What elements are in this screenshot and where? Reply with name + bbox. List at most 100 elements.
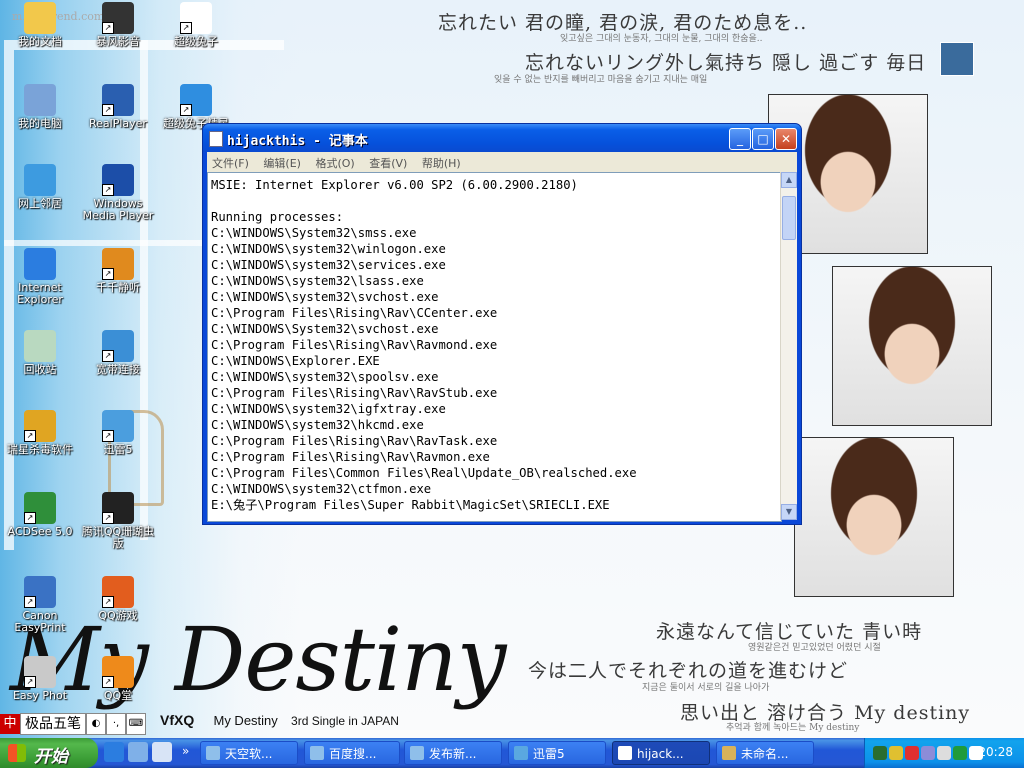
desktop-icon-label: 腾讯QQ珊瑚虫版 [81, 525, 155, 550]
tray-icon[interactable] [889, 746, 903, 760]
vertical-scrollbar[interactable]: ▲ ▼ [780, 172, 797, 520]
taskbar: 开始 » 天空软... 百度搜... 发布新... 迅雷5 hijack... 未命名..… [0, 738, 1024, 768]
ime-fullshape-toggle[interactable]: ◐ [86, 713, 106, 735]
desktop-icon-label: Easy Phot [12, 689, 68, 702]
shortcut-arrow-icon: ↗ [180, 22, 192, 34]
menu-edit[interactable]: 编辑(E) [258, 152, 307, 171]
desktop-icon[interactable]: Internet Explorer [0, 248, 80, 306]
desktop-icon[interactable]: 回收站 [0, 330, 80, 376]
menu-view[interactable]: 查看(V) [364, 152, 413, 171]
shortcut-arrow-icon: ↗ [102, 184, 114, 196]
ime-logo-icon[interactable]: 中 [0, 714, 20, 734]
maximize-button[interactable]: □ [752, 128, 774, 150]
clock[interactable]: 20:28 [978, 745, 1013, 759]
notepad-text-line: C:\Program Files\Rising\Rav\CCenter.exe [211, 306, 498, 320]
minimize-button[interactable]: _ [729, 128, 751, 150]
album-title: My Destiny [213, 713, 278, 728]
desktop-icon[interactable]: ↗ 腾讯QQ珊瑚虫版 [78, 492, 158, 550]
notepad-text-line: E:\兔子\Program Files\Super Rabbit\MagicSe… [211, 498, 610, 512]
notepad-text-line: C:\WINDOWS\system32\hkcmd.exe [211, 418, 424, 432]
notepad-text-line: C:\Program Files\Rising\Rav\Ravmon.exe [211, 450, 490, 464]
ime-softkeyboard-toggle[interactable]: ⌨ [126, 713, 146, 735]
taskbar-button-label: hijack... [637, 747, 684, 761]
notepad-text-line: C:\WINDOWS\system32\services.exe [211, 258, 446, 272]
desktop-icon[interactable]: ↗ Canon EasyPrint [0, 576, 80, 634]
desktop-icon[interactable]: 我的文档 [0, 2, 80, 48]
ime-name-button[interactable]: 极品五笔 [20, 713, 86, 735]
desktop-icon[interactable]: ↗ QQ堂 [78, 656, 158, 702]
tray-icon[interactable] [921, 746, 935, 760]
scroll-thumb[interactable] [782, 196, 796, 240]
desktop-icon-label: QQ堂 [103, 689, 133, 702]
menu-file[interactable]: 文件(F) [207, 152, 255, 171]
my-computer-icon [24, 84, 56, 116]
desktop-icon[interactable]: ↗ 超级兔子 [156, 2, 236, 48]
desktop-icon[interactable]: ↗ QQ游戏 [78, 576, 158, 622]
shortcut-arrow-icon: ↗ [102, 676, 114, 688]
taskbar-button[interactable]: hijack... [612, 741, 710, 765]
notepad-app-icon[interactable] [209, 131, 223, 147]
notepad-text-area[interactable]: MSIE: Internet Explorer v6.00 SP2 (6.00.… [207, 172, 782, 522]
windows-flag-icon [8, 744, 26, 762]
tray-icon[interactable] [873, 746, 887, 760]
desktop-icon-label: Windows Media Player [82, 197, 154, 222]
tray-icon[interactable] [969, 746, 983, 760]
tray-icon[interactable] [905, 746, 919, 760]
desktop-icon[interactable]: ↗ ACDSee 5.0 [0, 492, 80, 538]
ttplayer-icon: ↗ [102, 248, 134, 280]
desktop-icon[interactable]: ↗ 千千静听 [78, 248, 158, 294]
desktop-icon[interactable]: 我的电脑 [0, 84, 80, 130]
wallpaper-line-3: 忘れないリング外し氣持ち 隠し 過ごす 毎日 [525, 52, 927, 74]
notepad-menubar: 文件(F) 编辑(E) 格式(O) 查看(V) 帮助(H) [207, 152, 797, 172]
thunder-icon: ↗ [102, 410, 134, 442]
notepad-text-line: C:\WINDOWS\System32\svchost.exe [211, 322, 439, 336]
desktop-icon[interactable]: ↗ 瑞星杀毒软件 [0, 410, 80, 456]
ime-punctuation-toggle[interactable]: ·, [106, 713, 126, 735]
scroll-up-button[interactable]: ▲ [781, 172, 797, 188]
taskbar-button[interactable]: 百度搜... [304, 741, 400, 765]
system-tray: 20:28 [864, 738, 1024, 768]
desktop-icon-label: 宽带连接 [96, 363, 140, 376]
notepad-titlebar[interactable]: hijackthis - 记事本 _ □ ✕ [203, 124, 801, 152]
taskbar-button-label: 未命名... [741, 747, 789, 761]
taskbar-button[interactable]: 未命名... [716, 741, 814, 765]
desktop-icon[interactable]: ↗ 宽带连接 [78, 330, 158, 376]
desktop-icon-label: 回收站 [23, 363, 57, 376]
task-app-icon [514, 746, 528, 760]
quick-launch-overflow-button[interactable]: » [182, 744, 189, 758]
wallpaper-line-2: 잊고싶은 그대의 눈동자, 그대의 눈물, 그대의 한숨을.. [560, 34, 763, 44]
desktop-icon[interactable]: 网上邻居 [0, 164, 80, 210]
desktop-icon[interactable]: ↗ RealPlayer [78, 84, 158, 130]
tray-icon[interactable] [937, 746, 951, 760]
rising-antivirus-icon: ↗ [24, 410, 56, 442]
start-button[interactable]: 开始 [0, 738, 98, 768]
desktop-icon[interactable]: ↗ 暴风影音 [78, 2, 158, 48]
desktop-icon-label: 迅雷5 [103, 443, 133, 456]
taskbar-button-label: 百度搜... [329, 747, 377, 761]
notepad-text-line: C:\Program Files\Rising\Rav\RavTask.exe [211, 434, 498, 448]
desktop-icon[interactable]: ↗ Easy Phot [0, 656, 80, 702]
notepad-text-line: C:\WINDOWS\system32\svchost.exe [211, 290, 439, 304]
close-button[interactable]: ✕ [775, 128, 797, 150]
tray-icon[interactable] [953, 746, 967, 760]
recycle-bin-icon [24, 330, 56, 362]
show-desktop-icon[interactable] [128, 742, 148, 762]
wallpaper-line-4: 잊을 수 없는 반지를 빼버리고 마음을 숨기고 지내는 매일 [494, 75, 708, 85]
notepad-title: hijackthis - 记事本 [227, 134, 368, 149]
desktop-icon-label: 超级兔子 [174, 35, 218, 48]
notepad-text-line: C:\WINDOWS\System32\smss.exe [211, 226, 417, 240]
taskbar-button[interactable]: 迅雷5 [508, 741, 606, 765]
wallpaper-photo-3 [794, 437, 954, 597]
notepad-text-line: Running processes: [211, 210, 344, 224]
shortcut-arrow-icon: ↗ [102, 430, 114, 442]
scroll-down-button[interactable]: ▼ [781, 504, 797, 520]
desktop-icon[interactable]: ↗ 迅雷5 [78, 410, 158, 456]
quick-launch-bar [104, 742, 172, 762]
taskbar-button[interactable]: 发布新... [404, 741, 502, 765]
desktop-icon[interactable]: ↗ Windows Media Player [78, 164, 158, 222]
ie-quicklaunch-icon[interactable] [104, 742, 124, 762]
media-quicklaunch-icon[interactable] [152, 742, 172, 762]
menu-help[interactable]: 帮助(H) [417, 152, 467, 171]
taskbar-button[interactable]: 天空软... [200, 741, 298, 765]
menu-format[interactable]: 格式(O) [310, 152, 360, 171]
